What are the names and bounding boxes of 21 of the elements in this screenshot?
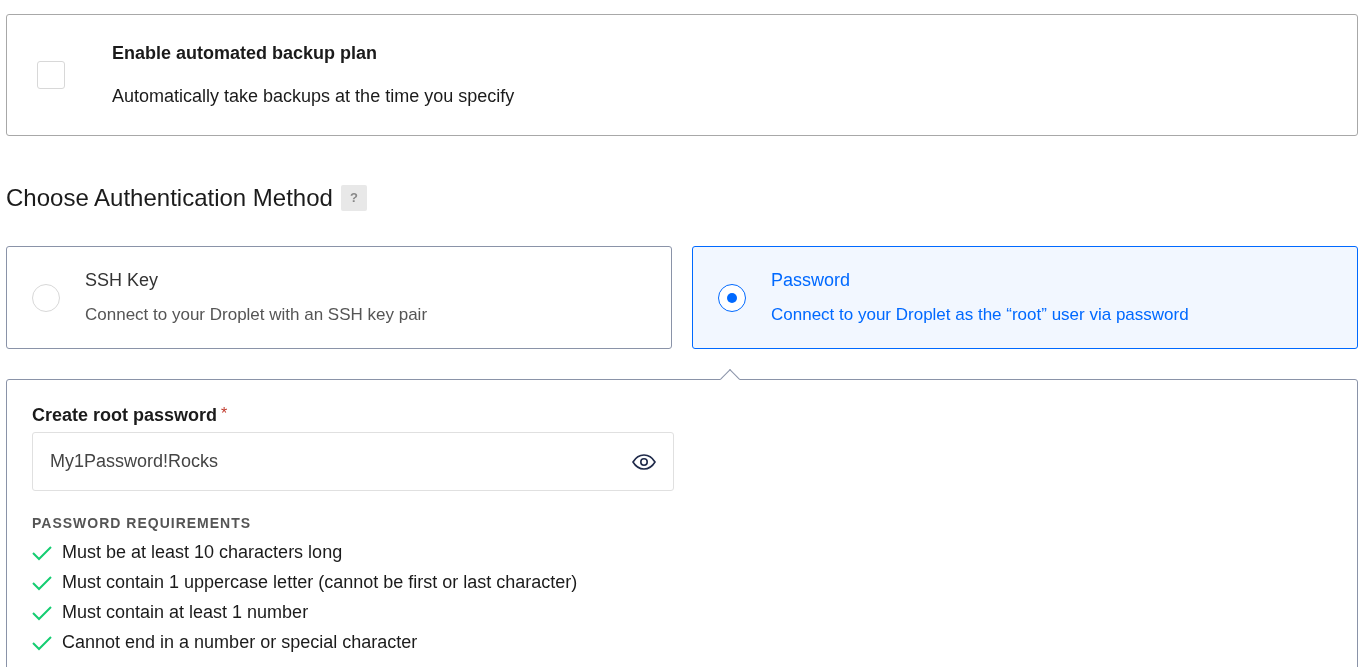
auth-option-card[interactable]: Password Connect to your Droplet as the “root” user via password: [692, 246, 1358, 349]
password-input[interactable]: My1Password!Rocks: [50, 448, 632, 475]
option-title: Password: [771, 269, 852, 293]
option-title: SSH Key: [85, 269, 160, 293]
requirement-text: Must contain at least 1 number: [62, 602, 309, 623]
option-description: Connect to your Droplet with an SSH key pair: [85, 304, 428, 327]
backup-title: Enable automated backup plan: [112, 42, 379, 65]
section-heading: Choose Authentication Method: [6, 183, 333, 213]
requirement-text: Must be at least 10 characters long: [62, 542, 343, 563]
option-description: Connect to your Droplet as the “root” user via password: [771, 304, 1189, 327]
backup-description: Automatically take backups at the time you specify: [112, 85, 515, 108]
radio-button[interactable]: [718, 283, 746, 312]
requirements-heading: PASSWORD REQUIREMENTS: [32, 514, 253, 533]
requirement-text: Must contain 1 uppercase letter (cannot be first or last character): [62, 572, 578, 593]
password-field[interactable]: My1Password!Rocks: [32, 432, 674, 491]
required-mark: *: [221, 404, 228, 424]
requirement-text: Cannot end in a number or special character: [62, 632, 418, 653]
eye-icon[interactable]: [632, 453, 656, 470]
backup-checkbox[interactable]: [37, 61, 65, 89]
auth-option-card[interactable]: SSH Key Connect to your Droplet with an SSH key pair: [6, 246, 672, 349]
field-label: Create root password: [32, 404, 218, 427]
